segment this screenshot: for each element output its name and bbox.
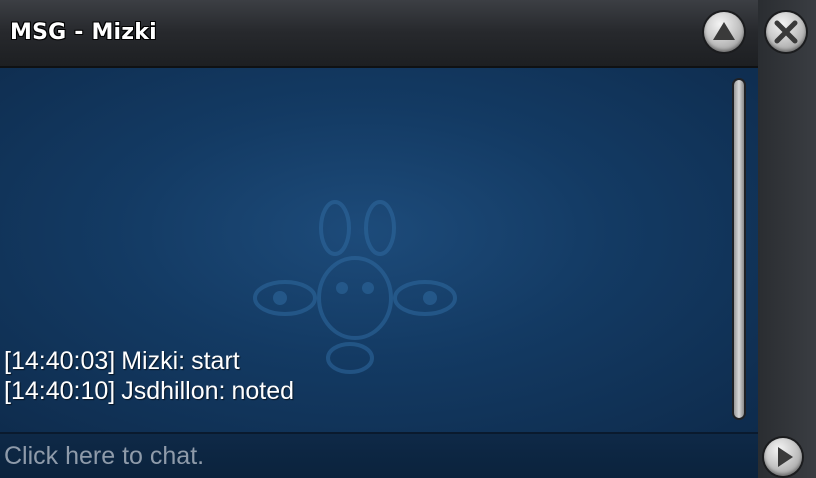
message-sender: Mizki: bbox=[121, 347, 186, 375]
chat-window: MSG - Mizki [14:40:03] Mizki: start [14:… bbox=[0, 0, 816, 478]
chat-log[interactable]: [14:40:03] Mizki: start [14:40:10] Jsdhillo… bbox=[0, 68, 758, 432]
message-list: [14:40:03] Mizki: start [14:40:10] Jsdhillo… bbox=[4, 346, 724, 406]
chat-message: [14:40:10] Jsdhillon: noted bbox=[4, 376, 724, 406]
message-timestamp: [14:40:10] bbox=[4, 377, 116, 405]
send-button[interactable] bbox=[764, 438, 802, 476]
title-bar[interactable]: MSG - Mizki bbox=[0, 0, 758, 68]
message-text: start bbox=[191, 347, 240, 375]
message-timestamp: [14:40:03] bbox=[4, 347, 116, 375]
close-icon bbox=[774, 20, 798, 44]
minimize-button[interactable] bbox=[704, 12, 744, 52]
window-side-rail bbox=[758, 0, 816, 478]
triangle-up-icon bbox=[713, 22, 735, 40]
arrow-right-icon bbox=[778, 447, 793, 467]
message-sender: Jsdhillon: bbox=[121, 377, 226, 405]
window-title: MSG - Mizki bbox=[10, 20, 157, 45]
chat-input[interactable] bbox=[0, 436, 744, 476]
chat-scrollbar[interactable] bbox=[732, 78, 746, 420]
scrollbar-thumb[interactable] bbox=[734, 80, 744, 418]
message-text: noted bbox=[231, 377, 295, 405]
chat-message: [14:40:03] Mizki: start bbox=[4, 346, 724, 376]
chat-input-bar bbox=[0, 432, 758, 478]
close-button[interactable] bbox=[766, 12, 806, 52]
